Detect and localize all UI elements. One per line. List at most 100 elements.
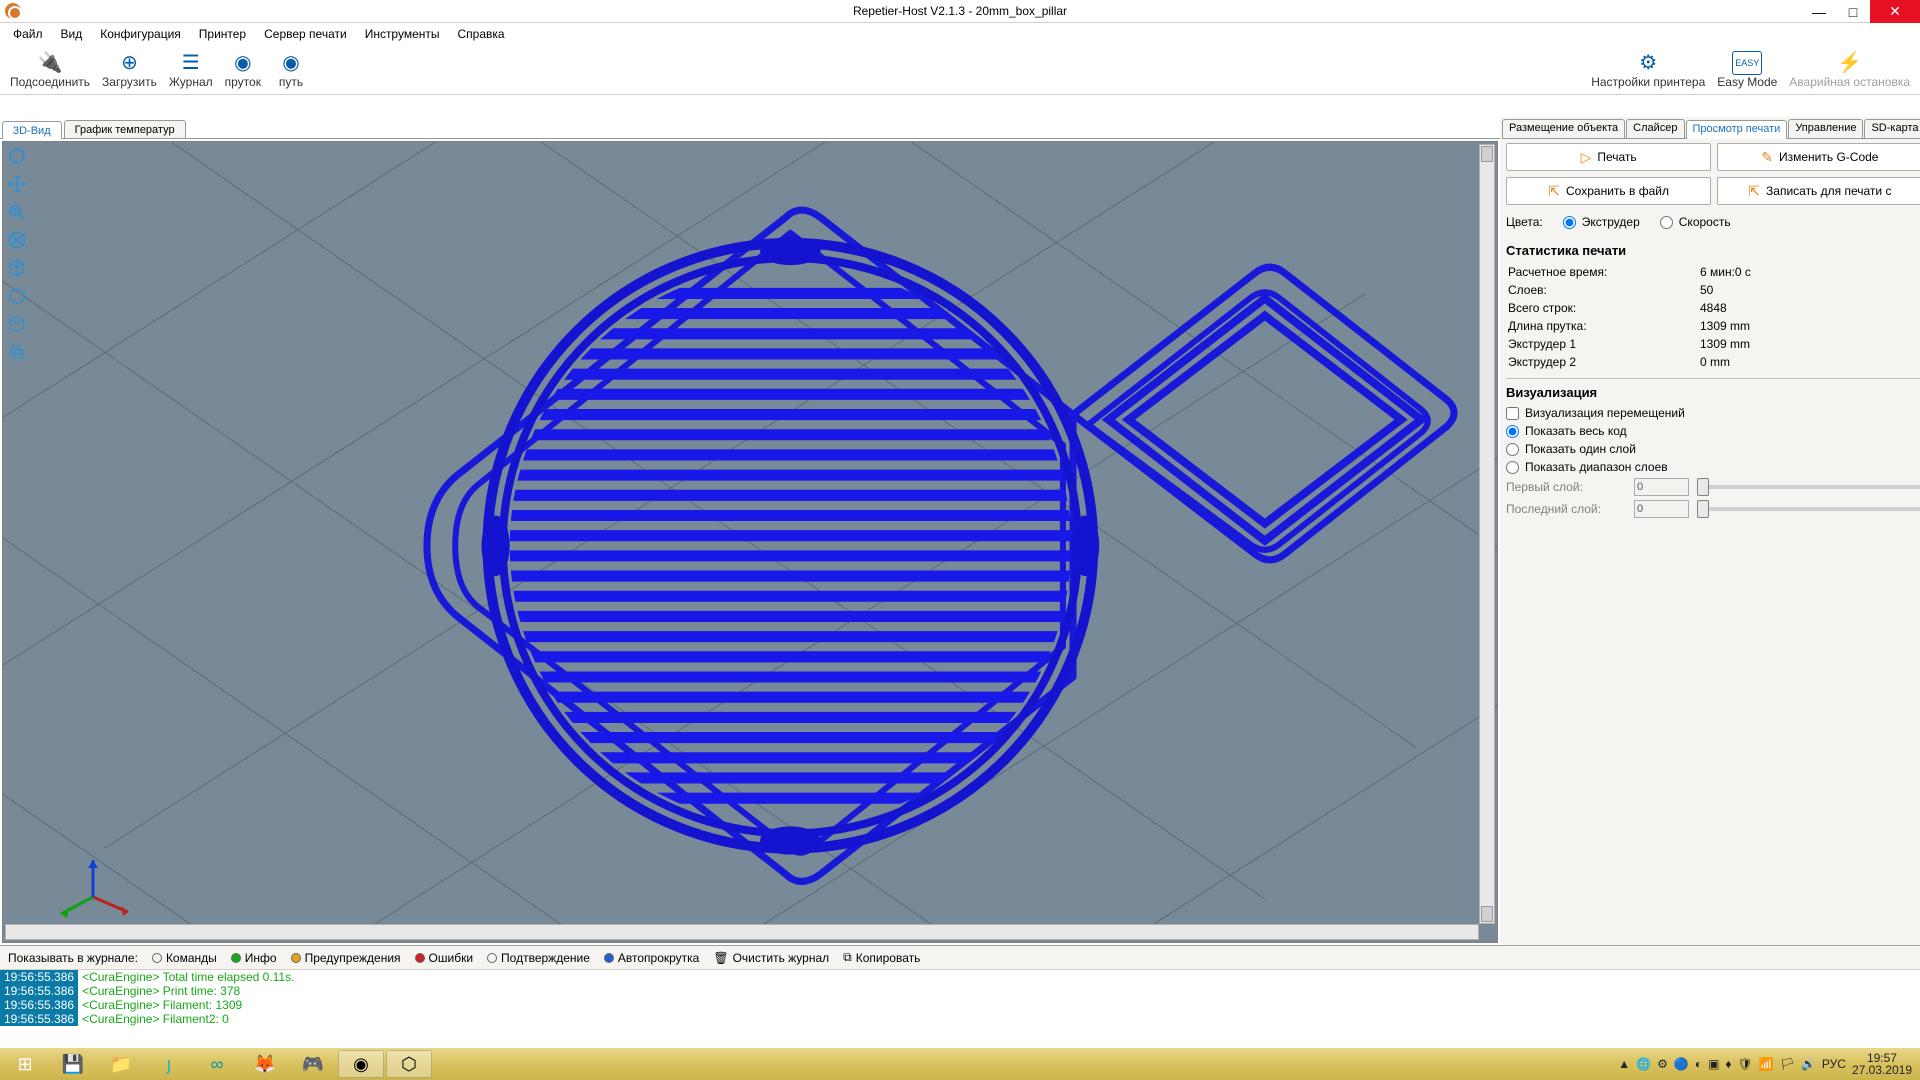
tray-icon[interactable]: 🏳	[1780, 1057, 1795, 1071]
taskbar-app[interactable]: 💾	[50, 1050, 96, 1078]
easy-mode-button[interactable]: EASYEasy Mode	[1711, 49, 1783, 91]
move-tool[interactable]	[5, 172, 29, 196]
menu-printer[interactable]: Принтер	[191, 25, 254, 43]
window-title: Repetier-Host V2.1.3 - 20mm_box_pillar	[853, 4, 1067, 18]
log-filter-commands[interactable]: Команды	[152, 951, 217, 965]
side-tabs: Размещение объекта Слайсер Просмотр печа…	[1502, 119, 1920, 139]
tab-sd-card[interactable]: SD-карта	[1864, 119, 1920, 138]
printer-settings-button[interactable]: ⚙Настройки принтера	[1585, 49, 1711, 91]
log-content[interactable]: 19:56:55.386<CuraEngine> Total time elap…	[0, 970, 1920, 1048]
vis-travel-check[interactable]: Визуализация перемещений	[1506, 404, 1920, 422]
trash-icon: 🗑	[713, 951, 728, 965]
tray-icon[interactable]: ◐	[1695, 1057, 1702, 1071]
viewport[interactable]	[2, 141, 1498, 943]
connect-button[interactable]: 🔌Подсоединить	[4, 49, 96, 91]
system-tray[interactable]: ▲ 🌐 ⚙ 🔵 ◐ ▣ ♦ 🛡 📶 🏳 🔊 РУС 19:57 27.03.20…	[1612, 1052, 1918, 1076]
tray-icon[interactable]: 📶	[1759, 1057, 1774, 1071]
log-filter-info[interactable]: Инфо	[231, 951, 277, 965]
tab-print-preview[interactable]: Просмотр печати	[1686, 120, 1788, 139]
log-line: 19:56:55.386<CuraEngine> Filament: 1309	[0, 998, 1920, 1012]
tray-icon[interactable]: 🔊	[1801, 1057, 1816, 1071]
tab-object-placement[interactable]: Размещение объекта	[1502, 119, 1625, 138]
add-file-icon: ⊕	[121, 51, 138, 75]
edit-gcode-button[interactable]: ✎Изменить G-Code	[1717, 143, 1920, 171]
app-icon	[5, 3, 21, 19]
minimize-button[interactable]: —	[1802, 0, 1836, 23]
tray-icon[interactable]: ♦	[1725, 1057, 1731, 1071]
viewport-scrollbar-horizontal[interactable]	[5, 924, 1479, 940]
last-layer-slider[interactable]	[1697, 507, 1920, 511]
windows-taskbar: ⊞ 💾 📁 յ ∞ 🦊 🎮 ◉ ⬡ ▲ 🌐 ⚙ 🔵 ◐ ▣ ♦ 🛡 📶 🏳 🔊 …	[0, 1048, 1920, 1080]
menu-config[interactable]: Конфигурация	[92, 25, 189, 43]
top-view-tool[interactable]	[5, 312, 29, 336]
taskbar-chrome[interactable]: ◉	[338, 1050, 384, 1078]
copy-icon: ⧉	[843, 950, 852, 965]
tray-icon[interactable]: 🔵	[1674, 1057, 1689, 1071]
easy-icon: EASY	[1732, 51, 1762, 75]
log-copy-button[interactable]: ⧉Копировать	[843, 950, 920, 965]
tray-icon[interactable]: ▲	[1618, 1057, 1630, 1071]
taskbar-app[interactable]: 🎮	[290, 1050, 336, 1078]
log-label: Показывать в журнале:	[8, 951, 138, 965]
start-button[interactable]: ⊞	[2, 1050, 48, 1078]
first-layer-slider[interactable]	[1697, 485, 1920, 489]
tab-3d-view[interactable]: 3D-Вид	[2, 121, 62, 139]
tab-manual-control[interactable]: Управление	[1788, 119, 1863, 138]
save-file-button[interactable]: ⇱Сохранить в файл	[1506, 177, 1711, 205]
menu-print-server[interactable]: Сервер печати	[256, 25, 355, 43]
menu-file[interactable]: Файл	[5, 25, 51, 43]
close-button[interactable]: ✕	[1870, 0, 1920, 23]
log-autoscroll[interactable]: Автопрокрутка	[604, 951, 699, 965]
filament-button[interactable]: ◉пруток	[219, 49, 267, 91]
gear-icon: ⚙	[1639, 51, 1657, 75]
visualization-title: Визуализация	[1506, 385, 1920, 400]
vis-all-radio[interactable]: Показать весь код	[1506, 422, 1920, 440]
save-for-print-button[interactable]: ⇱Записать для печати с	[1717, 177, 1920, 205]
taskbar-app[interactable]: յ	[146, 1050, 192, 1078]
export-icon: ⇱	[1748, 183, 1760, 200]
log-filter-err[interactable]: Ошибки	[415, 951, 474, 965]
maximize-button[interactable]: □	[1836, 0, 1870, 23]
parallel-tool[interactable]	[5, 340, 29, 364]
zoom-tool[interactable]	[5, 200, 29, 224]
log-line: 19:56:55.386<CuraEngine> Filament2: 0	[0, 1012, 1920, 1026]
rotate-tool[interactable]	[5, 144, 29, 168]
vis-range-radio[interactable]: Показать диапазон слоев	[1506, 458, 1920, 476]
tray-icon[interactable]: ▣	[1708, 1057, 1719, 1071]
menu-view[interactable]: Вид	[53, 25, 91, 43]
tray-clock[interactable]: 19:57 27.03.2019	[1852, 1052, 1912, 1076]
tray-icon[interactable]: ⚙	[1657, 1057, 1668, 1071]
tab-temp-graph[interactable]: График температур	[64, 120, 186, 138]
emergency-stop-button[interactable]: ⚡Аварийная остановка	[1783, 49, 1916, 91]
viewport-scrollbar-vertical[interactable]	[1479, 144, 1495, 924]
tab-slicer[interactable]: Слайсер	[1626, 119, 1684, 138]
color-extruder-radio[interactable]: Экструдер	[1563, 215, 1640, 229]
last-layer-input[interactable]	[1634, 500, 1689, 518]
log-filter-warn[interactable]: Предупреждения	[291, 951, 401, 965]
first-layer-input[interactable]	[1634, 478, 1689, 496]
tray-lang[interactable]: РУС	[1822, 1057, 1846, 1071]
log-button[interactable]: ☰Журнал	[163, 49, 219, 91]
taskbar-repetier[interactable]: ⬡	[386, 1050, 432, 1078]
front-view-tool[interactable]	[5, 284, 29, 308]
tray-icon[interactable]: 🌐	[1636, 1057, 1651, 1071]
vis-one-radio[interactable]: Показать один слой	[1506, 440, 1920, 458]
color-speed-radio[interactable]: Скорость	[1660, 215, 1731, 229]
play-icon: ▷	[1581, 149, 1592, 166]
fit-tool[interactable]	[5, 228, 29, 252]
edit-icon: ✎	[1761, 149, 1773, 166]
load-button[interactable]: ⊕Загрузить	[96, 49, 163, 91]
table-row: Слоев:50	[1508, 282, 1920, 298]
log-filter-ack[interactable]: Подтверждение	[487, 951, 590, 965]
iso-view-tool[interactable]	[5, 256, 29, 280]
taskbar-arduino[interactable]: ∞	[194, 1050, 240, 1078]
print-button[interactable]: ▷Печать	[1506, 143, 1711, 171]
menu-help[interactable]: Справка	[450, 25, 513, 43]
taskbar-app[interactable]: 🦊	[242, 1050, 288, 1078]
log-clear-button[interactable]: 🗑Очистить журнал	[713, 951, 829, 965]
path-button[interactable]: ◉путь	[267, 49, 315, 91]
colors-label: Цвета:	[1506, 215, 1543, 229]
tray-icon[interactable]: 🛡	[1738, 1057, 1753, 1071]
menu-tools[interactable]: Инструменты	[357, 25, 448, 43]
taskbar-explorer[interactable]: 📁	[98, 1050, 144, 1078]
